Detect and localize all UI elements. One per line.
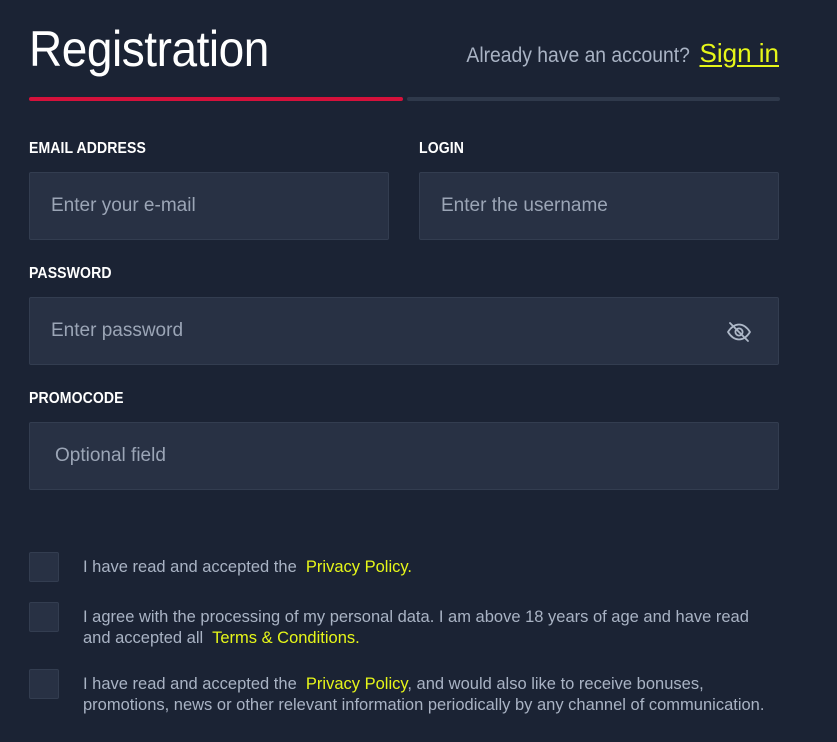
signin-area: Already have an account? Sign in (447, 38, 779, 69)
privacy-policy-link[interactable]: Privacy Policy. (306, 558, 412, 576)
consent-terms: I agree with the processing of my person… (29, 602, 773, 649)
password-field-box (29, 297, 779, 365)
eye-off-icon[interactable] (726, 320, 752, 344)
terms-conditions-link[interactable]: Terms & Conditions. (212, 629, 360, 647)
signin-prompt: Already have an account? (466, 44, 690, 67)
consent-privacy-text: I have read and accepted the Privacy Pol… (83, 552, 773, 578)
login-label: LOGIN (419, 140, 465, 157)
login-field[interactable] (420, 173, 778, 239)
password-label: PASSWORD (29, 265, 112, 282)
progress-step-active (29, 97, 403, 101)
login-field-box (419, 172, 779, 240)
email-label: EMAIL ADDRESS (29, 140, 146, 157)
consent-marketing-label: I have read and accepted the (83, 675, 297, 693)
consent-privacy-checkbox[interactable] (29, 552, 59, 582)
consent-terms-text: I agree with the processing of my person… (83, 602, 773, 649)
consent-marketing: I have read and accepted the Privacy Pol… (29, 669, 773, 716)
registration-title: Registration (29, 21, 269, 77)
consent-marketing-text: I have read and accepted the Privacy Pol… (83, 669, 773, 716)
promocode-field[interactable] (30, 423, 778, 489)
marketing-privacy-policy-link[interactable]: Privacy Policy (306, 675, 407, 693)
consent-privacy: I have read and accepted the Privacy Pol… (29, 552, 773, 582)
email-field-box (29, 172, 389, 240)
progress-step-inactive (407, 97, 780, 101)
consent-marketing-checkbox[interactable] (29, 669, 59, 699)
consent-terms-label: I agree with the processing of my person… (83, 608, 749, 647)
registration-progress (29, 97, 780, 101)
consent-terms-checkbox[interactable] (29, 602, 59, 632)
consent-privacy-label: I have read and accepted the (83, 558, 297, 576)
password-field[interactable] (30, 298, 778, 364)
promocode-field-box (29, 422, 779, 490)
signin-link[interactable]: Sign in (700, 38, 780, 69)
promocode-label: PROMOCODE (29, 390, 124, 407)
email-field[interactable] (30, 173, 388, 239)
